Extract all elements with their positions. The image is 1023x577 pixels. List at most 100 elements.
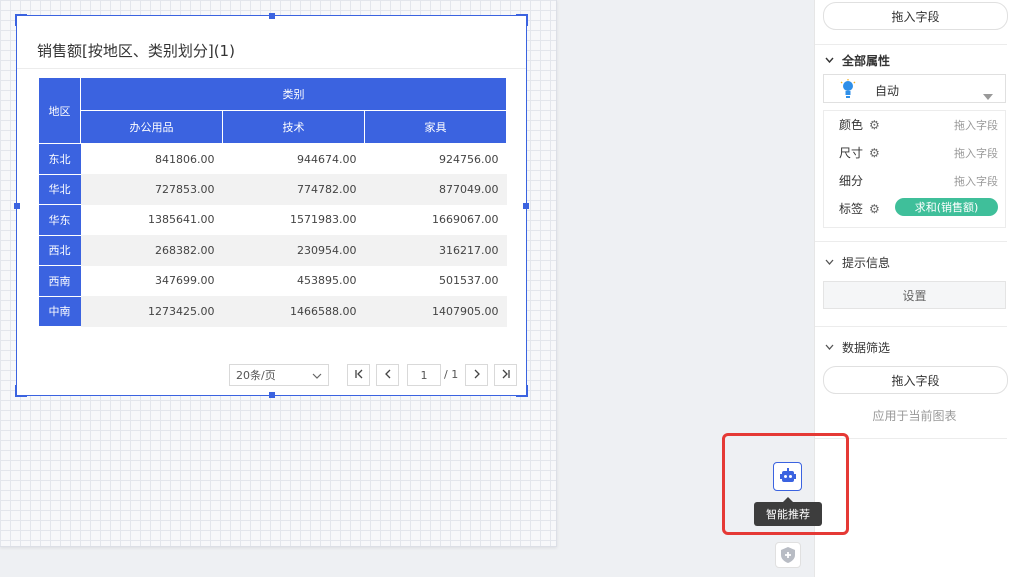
- smart-recommend-tooltip: 智能推荐: [754, 497, 822, 526]
- chart-card[interactable]: 销售额[按地区、类别划分](1) 地区 类别 办公用品 技术 家具 东北 841…: [14, 13, 529, 398]
- column-group-header: 类别: [80, 77, 507, 111]
- chevron-down-icon: [312, 369, 322, 382]
- resize-handle-bottom[interactable]: [269, 392, 275, 398]
- row-header-region: 地区: [38, 77, 81, 144]
- table-cell: 453895.00: [222, 265, 365, 296]
- row-label: 西南: [38, 265, 81, 297]
- column-header: 家具: [364, 110, 507, 144]
- section-title: 数据筛选: [842, 341, 891, 355]
- table-cell: 877049.00: [364, 174, 507, 205]
- section-divider: [815, 44, 1007, 45]
- chevron-down-icon: [825, 55, 834, 66]
- chart-title[interactable]: 销售额[按地区、类别划分](1): [37, 40, 235, 61]
- prop-detail[interactable]: 细分: [839, 172, 863, 189]
- table-cell: 268382.00: [80, 235, 223, 266]
- title-divider: [17, 68, 526, 69]
- tooltip-settings-button[interactable]: 设置: [823, 281, 1006, 309]
- table-cell: 774782.00: [222, 174, 365, 205]
- section-title: 全部属性: [842, 54, 891, 68]
- table-cell: 1466588.00: [222, 296, 365, 327]
- last-page-button[interactable]: [494, 364, 517, 386]
- page-size-select[interactable]: 20条/页: [229, 364, 329, 386]
- prop-drop-hint[interactable]: 拖入字段: [954, 145, 998, 161]
- last-page-icon: [501, 369, 511, 382]
- table-cell: 841806.00: [80, 143, 223, 174]
- lightbulb-icon: [840, 79, 856, 103]
- prop-label-mark[interactable]: 标签 ⚙: [839, 200, 880, 217]
- table-row: 华北 727853.00 774782.00 877049.00: [38, 174, 507, 205]
- gear-icon[interactable]: ⚙: [869, 118, 880, 132]
- table-cell: 727853.00: [80, 174, 223, 205]
- row-label: 中南: [38, 296, 81, 327]
- table-cell: 1273425.00: [80, 296, 223, 327]
- section-divider: [815, 326, 1007, 327]
- row-label: 东北: [38, 143, 81, 175]
- section-all-properties[interactable]: 全部属性: [825, 52, 890, 69]
- next-page-button[interactable]: [465, 364, 488, 386]
- row-label: 西北: [38, 235, 81, 266]
- table-cell: 944674.00: [222, 143, 365, 174]
- caret-down-icon: [983, 85, 993, 104]
- column-header: 技术: [222, 110, 365, 144]
- gear-icon[interactable]: ⚙: [869, 146, 880, 160]
- prop-drop-hint[interactable]: 拖入字段: [954, 173, 998, 189]
- page-size-value: 20条/页: [236, 369, 276, 382]
- table-row: 东北 841806.00 944674.00 924756.00: [38, 143, 507, 175]
- resize-handle-left[interactable]: [14, 203, 20, 209]
- chevron-right-icon: [473, 369, 481, 382]
- mark-type-value: 自动: [875, 84, 900, 98]
- resize-handle-right[interactable]: [523, 203, 529, 209]
- row-label: 华北: [38, 174, 81, 205]
- table-cell: 1385641.00: [80, 204, 223, 235]
- prop-size[interactable]: 尺寸 ⚙: [839, 144, 880, 161]
- resize-handle-top[interactable]: [269, 13, 275, 19]
- shield-plus-icon: [781, 547, 795, 567]
- table-cell: 1407905.00: [364, 296, 507, 327]
- canvas-area: 销售额[按地区、类别划分](1) 地区 类别 办公用品 技术 家具 东北 841…: [0, 0, 557, 547]
- smart-recommend-button[interactable]: [773, 462, 802, 491]
- table-cell: 1571983.00: [222, 204, 365, 235]
- table-cell: 347699.00: [80, 265, 223, 296]
- table-cell: 230954.00: [222, 235, 365, 266]
- chevron-down-icon: [825, 257, 834, 268]
- table-cell: 316217.00: [364, 235, 507, 266]
- filter-apply-hint: 应用于当前图表: [872, 409, 957, 423]
- table-row: 西南 347699.00 453895.00 501537.00: [38, 265, 507, 297]
- resize-handle-bottom-right[interactable]: [516, 385, 528, 397]
- drop-field-zone[interactable]: 拖入字段: [823, 2, 1008, 30]
- prop-label: 细分: [839, 174, 864, 188]
- prop-label: 标签: [839, 202, 864, 216]
- row-label: 华东: [38, 204, 81, 236]
- table-cell: 1669067.00: [364, 204, 507, 235]
- current-page: 1: [420, 368, 428, 382]
- chevron-down-icon: [825, 342, 834, 353]
- table-cell: 501537.00: [364, 265, 507, 296]
- column-header: 办公用品: [80, 110, 223, 144]
- prop-drop-hint[interactable]: 拖入字段: [954, 117, 998, 133]
- prev-page-button[interactable]: [376, 364, 399, 386]
- mark-type-select[interactable]: 自动: [823, 74, 1006, 103]
- label-field-tag[interactable]: 求和(销售额): [895, 198, 998, 216]
- first-page-button[interactable]: [347, 364, 370, 386]
- resize-handle-bottom-left[interactable]: [15, 385, 27, 397]
- table-row: 中南 1273425.00 1466588.00 1407905.00: [38, 296, 507, 327]
- table-row: 华东 1385641.00 1571983.00 1669067.00: [38, 204, 507, 236]
- section-title: 提示信息: [842, 256, 891, 270]
- total-pages: / 1: [444, 368, 459, 381]
- shield-add-button[interactable]: [775, 542, 801, 568]
- section-divider: [815, 241, 1007, 242]
- resize-handle-top-left[interactable]: [15, 14, 27, 26]
- prop-label: 尺寸: [839, 146, 864, 160]
- prop-color[interactable]: 颜色 ⚙: [839, 116, 880, 133]
- resize-handle-top-right[interactable]: [516, 14, 528, 26]
- table-cell: 924756.00: [364, 143, 507, 174]
- gear-icon[interactable]: ⚙: [869, 202, 880, 216]
- prop-label: 颜色: [839, 118, 864, 132]
- robot-icon: [780, 468, 796, 489]
- filter-drop-field-zone[interactable]: 拖入字段: [823, 366, 1008, 394]
- section-tooltip[interactable]: 提示信息: [825, 254, 890, 271]
- section-data-filter[interactable]: 数据筛选: [825, 339, 890, 356]
- table-row: 西北 268382.00 230954.00 316217.00: [38, 235, 507, 266]
- page-number-input[interactable]: 1: [407, 364, 441, 386]
- first-page-icon: [354, 369, 364, 382]
